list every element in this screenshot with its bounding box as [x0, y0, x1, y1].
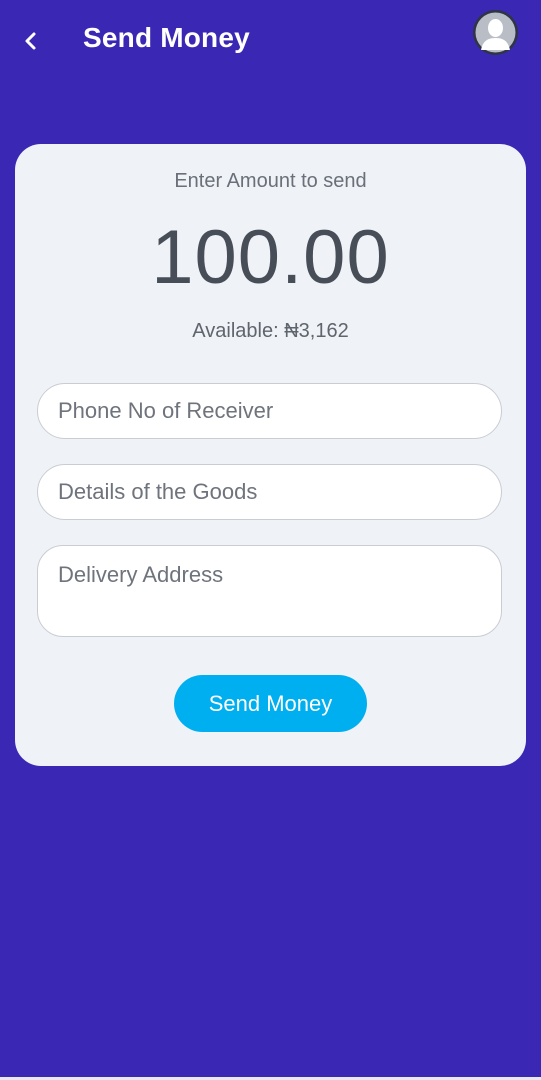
phone-input[interactable] [37, 383, 502, 439]
send-money-button[interactable]: Send Money [174, 675, 367, 732]
amount-value[interactable]: 100.00 [15, 214, 526, 301]
goods-details-input[interactable] [37, 464, 502, 520]
page-title: Send Money [83, 22, 250, 53]
app-bar: Send Money [0, 0, 541, 80]
available-balance: Available: ₦3,162 [192, 320, 349, 342]
delivery-address-input[interactable] [37, 545, 502, 637]
avatar[interactable] [473, 10, 518, 55]
amount-label: Enter Amount to send [174, 170, 367, 192]
user-avatar-icon [473, 10, 518, 55]
send-money-card: Enter Amount to send 100.00 Available: ₦… [15, 144, 526, 766]
back-button[interactable] [14, 24, 48, 58]
chevron-left-icon [25, 32, 36, 50]
